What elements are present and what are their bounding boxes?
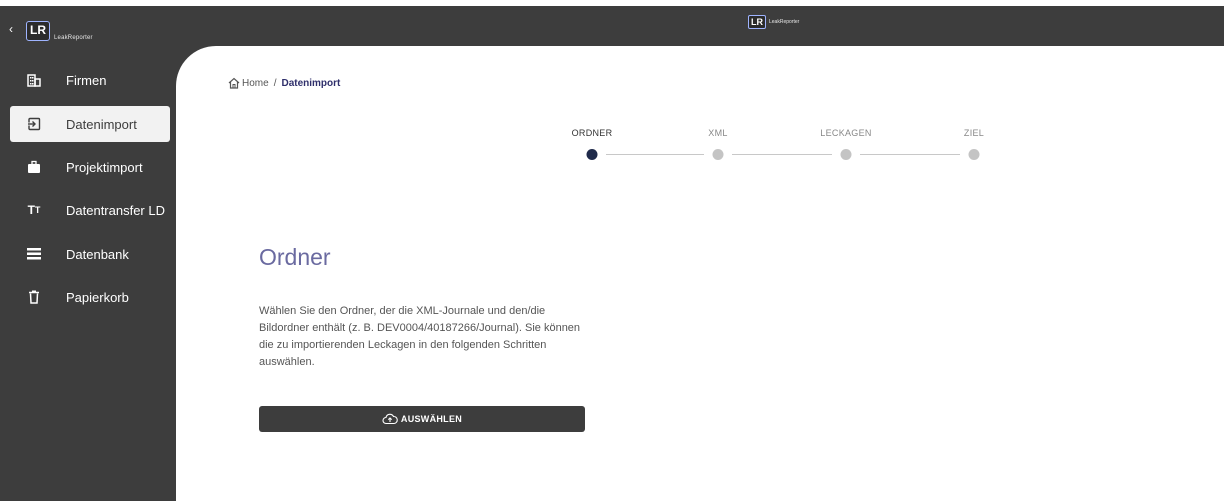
- sidebar-item-datenbank[interactable]: Datenbank: [10, 236, 170, 272]
- sidebar-item-label: Datentransfer LD: [66, 202, 165, 218]
- sidebar-item-label: Firmen: [66, 72, 107, 88]
- sidebar-item-label: Papierkorb: [66, 289, 129, 305]
- section-description: Wählen Sie den Ordner, der die XML-Journ…: [259, 305, 581, 368]
- sidebar-item-datenimport[interactable]: Datenimport: [10, 106, 170, 142]
- sidebar-item-datentransfer[interactable]: TT Datentransfer LD: [10, 192, 170, 228]
- home-icon[interactable]: [228, 77, 240, 89]
- breadcrumb-home[interactable]: Home: [242, 78, 269, 89]
- building-icon: [26, 72, 42, 88]
- step-label-leckagen: LECKAGEN: [820, 128, 872, 138]
- step-label-xml: XML: [708, 128, 728, 138]
- step-connector: [860, 154, 960, 155]
- center-logo-name: LeakReporter: [769, 19, 800, 25]
- cloud-upload-icon: [382, 413, 398, 425]
- center-logo-mark: LR: [748, 15, 766, 29]
- app-logo-name: LeakReporter: [54, 35, 93, 41]
- sidebar-item-projektimport[interactable]: Projektimport: [10, 149, 170, 185]
- app-logo: LR: [26, 21, 50, 41]
- center-logo: LR LeakReporter: [748, 14, 799, 30]
- top-bar: [0, 6, 1224, 46]
- chevron-left-icon[interactable]: ‹: [4, 22, 18, 36]
- sidebar-item-label: Datenbank: [66, 246, 129, 262]
- step-connector: [732, 154, 832, 155]
- select-folder-button[interactable]: AUSWÄHLEN: [259, 406, 585, 432]
- sidebar-item-papierkorb[interactable]: Papierkorb: [10, 279, 170, 315]
- breadcrumb-current: Datenimport: [281, 77, 341, 89]
- step-dot-xml: [712, 149, 724, 160]
- breadcrumb: Home / Datenimport: [228, 77, 340, 89]
- step-label-ziel: ZIEL: [963, 128, 985, 138]
- sidebar-item-firmen[interactable]: Firmen: [10, 62, 170, 98]
- sidebar-item-label: Datenimport: [66, 116, 137, 132]
- step-dot-ordner: [586, 149, 598, 160]
- select-folder-label: AUSWÄHLEN: [400, 414, 463, 424]
- text-size-icon: TT: [27, 203, 41, 217]
- main-content: [176, 46, 1224, 501]
- import-stepper: ORDNER XML LECKAGEN ZIEL: [560, 128, 1000, 168]
- trash-icon: [26, 289, 42, 305]
- list-icon: [26, 246, 42, 262]
- step-dot-ziel: [968, 149, 980, 160]
- step-connector: [606, 154, 704, 155]
- step-label-ordner: ORDNER: [571, 128, 613, 138]
- import-icon: [26, 116, 42, 132]
- briefcase-icon: [26, 159, 42, 175]
- section-title: Ordner: [259, 244, 331, 270]
- breadcrumb-separator: /: [273, 77, 277, 89]
- step-dot-leckagen: [840, 149, 852, 160]
- sidebar-item-label: Projektimport: [66, 159, 143, 175]
